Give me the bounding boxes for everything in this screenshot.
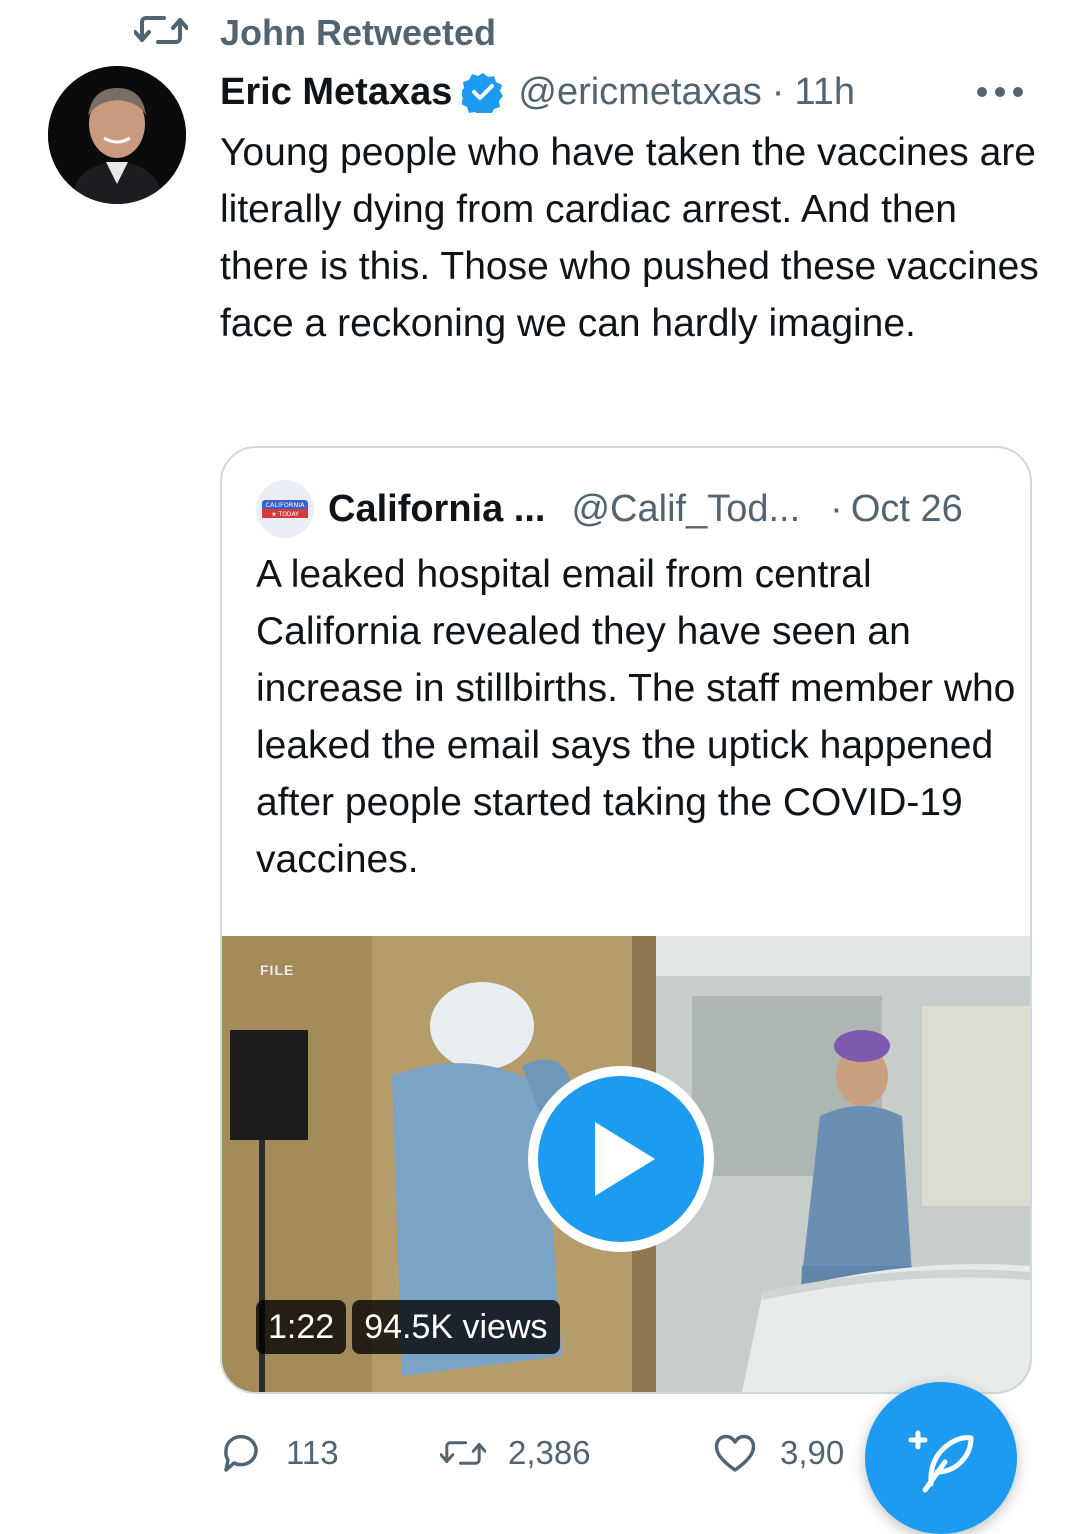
- quoted-avatar-text-2: ★ TODAY: [271, 511, 299, 518]
- retweet-icon: [134, 16, 188, 44]
- compose-feather-icon: [908, 1430, 974, 1493]
- quoted-author-handle[interactable]: @Calif_Tod...: [571, 488, 800, 531]
- quoted-author-name[interactable]: California ...: [328, 488, 545, 531]
- like-button[interactable]: 3,90: [712, 1420, 844, 1486]
- play-button[interactable]: [528, 1066, 714, 1252]
- retweet-icon: [440, 1441, 486, 1465]
- reply-icon: [224, 1434, 258, 1472]
- video-badges: 1:22 94.5K views: [256, 1300, 566, 1354]
- tweet-author-row: Eric Metaxas @ericmetaxas · 11h: [220, 66, 855, 118]
- video-player[interactable]: FILE 1:22 94.5K views: [222, 936, 1030, 1392]
- quoted-tweet-header: CALIFORNIA ★ TODAY California ... @Calif…: [256, 480, 963, 538]
- avatar[interactable]: [48, 66, 186, 204]
- retweet-header: John Retweeted: [134, 8, 496, 53]
- play-icon: [595, 1122, 655, 1196]
- video-duration: 1:22: [256, 1300, 347, 1354]
- retweet-button[interactable]: 2,386: [440, 1420, 591, 1486]
- like-count: 3,90: [780, 1434, 845, 1471]
- quoted-tweet[interactable]: CALIFORNIA ★ TODAY California ... @Calif…: [220, 446, 1032, 1394]
- quoted-tweet-text: A leaked hospital email from central Cal…: [256, 553, 1016, 881]
- compose-tweet-button[interactable]: [865, 1382, 1017, 1534]
- quoted-avatar[interactable]: CALIFORNIA ★ TODAY: [256, 480, 314, 538]
- tweet-time[interactable]: 11h: [794, 71, 855, 114]
- author-name[interactable]: Eric Metaxas: [220, 71, 452, 114]
- video-views: 94.5K views: [352, 1300, 560, 1354]
- quoted-separator-dot: ·: [830, 487, 843, 530]
- tweet-text: Young people who have taken the vaccines…: [220, 131, 1039, 345]
- reply-button[interactable]: 113: [218, 1420, 339, 1486]
- quoted-tweet-date[interactable]: Oct 26: [851, 488, 963, 531]
- author-handle[interactable]: @ericmetaxas: [518, 71, 761, 114]
- video-overlay-tag: FILE: [260, 962, 295, 978]
- retweet-count: 2,386: [508, 1434, 591, 1471]
- reply-count: 113: [286, 1434, 339, 1471]
- verified-badge-icon: [462, 73, 504, 113]
- heart-icon: [714, 1434, 756, 1472]
- retweet-label[interactable]: John Retweeted: [220, 12, 496, 54]
- separator-dot: ·: [771, 70, 785, 113]
- quoted-avatar-text-1: CALIFORNIA: [265, 501, 305, 509]
- more-options-icon[interactable]: [972, 72, 1028, 112]
